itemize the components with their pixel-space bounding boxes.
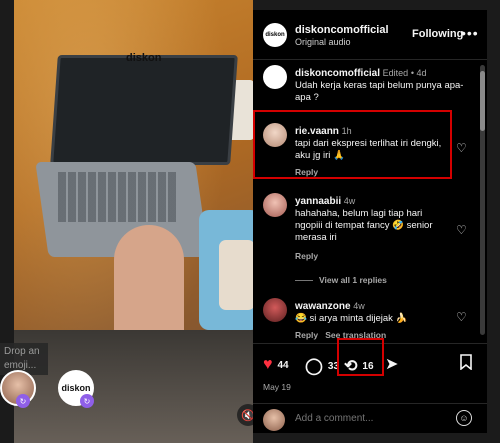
like-comment-icon[interactable]: ♡ <box>456 223 467 237</box>
caption-username[interactable]: diskoncomofficial <box>295 68 380 79</box>
like-count: 44 <box>277 359 289 371</box>
share-icon[interactable]: ➤ <box>385 354 398 374</box>
brand-sticker: diskon <box>126 52 162 64</box>
commenter-avatar[interactable] <box>263 298 287 322</box>
comment-time: 4w <box>353 301 365 311</box>
author-username[interactable]: diskoncomofficial <box>295 24 389 36</box>
current-user-avatar <box>263 409 285 431</box>
comment-username[interactable]: wawanzone <box>295 301 351 312</box>
laptop-screen <box>50 55 238 165</box>
like-comment-icon[interactable]: ♡ <box>456 310 467 324</box>
post-video[interactable]: diskon 🔇 <box>14 0 253 443</box>
post-viewer: diskon 🔇 Drop an emoji... ↻ diskon ↻ dis… <box>0 0 500 443</box>
comment-time: 4w <box>343 196 356 206</box>
phone <box>219 240 253 310</box>
emoji-icon[interactable]: ☺ <box>456 410 472 426</box>
comment-button[interactable]: ◯ 33 <box>305 356 339 376</box>
highlight-comment-box <box>253 110 452 179</box>
mute-icon[interactable]: 🔇 <box>237 404 253 426</box>
repost-badge-icon: ↻ <box>16 394 30 408</box>
more-icon[interactable]: ••• <box>461 25 479 41</box>
comment-text: hahahaha, belum lagi tiap hari ngopiii d… <box>295 208 433 243</box>
view-replies-link[interactable]: View all 1 replies <box>295 275 387 285</box>
caption-avatar[interactable] <box>263 65 287 89</box>
add-comment-bar: ☺ <box>253 403 487 433</box>
edited-label: Edited <box>382 68 409 78</box>
like-button[interactable]: ♥ 44 <box>263 356 289 374</box>
caption-time: 4d <box>416 68 427 78</box>
post-date: May 19 <box>263 382 291 392</box>
comments-scrollbar[interactable] <box>480 65 485 335</box>
post-header: diskon diskoncomofficial Original audio … <box>253 10 487 60</box>
repost-badge-icon: ↻ <box>80 394 94 408</box>
following-button[interactable]: Following <box>412 28 463 40</box>
comment-input[interactable] <box>295 413 435 424</box>
bookmark-icon[interactable] <box>460 354 472 370</box>
comment-body: yannaabii 4w hahahaha, belum lagi tiap h… <box>295 195 445 244</box>
floor <box>14 330 253 443</box>
caption-text: Udah kerja keras tapi belum punya apa-ap… <box>295 80 464 103</box>
commenter-avatar[interactable] <box>263 193 287 217</box>
comment-list: diskoncomofficial Edited • 4d Udah kerja… <box>253 61 487 341</box>
reply-button[interactable]: Reply <box>295 251 318 261</box>
caption-text-block: diskoncomofficial Edited • 4d Udah kerja… <box>295 68 464 103</box>
comment-bubble-icon: ◯ <box>305 358 323 375</box>
heart-filled-icon: ♥ <box>263 356 273 373</box>
comment-body: wawanzone 4w 😂 si arya minta dijejak 🍌 <box>295 300 445 325</box>
like-comment-icon[interactable]: ♡ <box>456 141 467 155</box>
author-avatar[interactable]: diskon <box>263 23 287 47</box>
highlight-repost-box <box>337 338 384 376</box>
comment-text: 😂 si arya minta dijejak 🍌 <box>295 313 408 324</box>
scrollbar-thumb[interactable] <box>480 71 485 131</box>
comment-username[interactable]: yannaabii <box>295 196 341 207</box>
laptop-keyboard <box>58 172 178 222</box>
audio-label[interactable]: Original audio <box>295 37 351 47</box>
